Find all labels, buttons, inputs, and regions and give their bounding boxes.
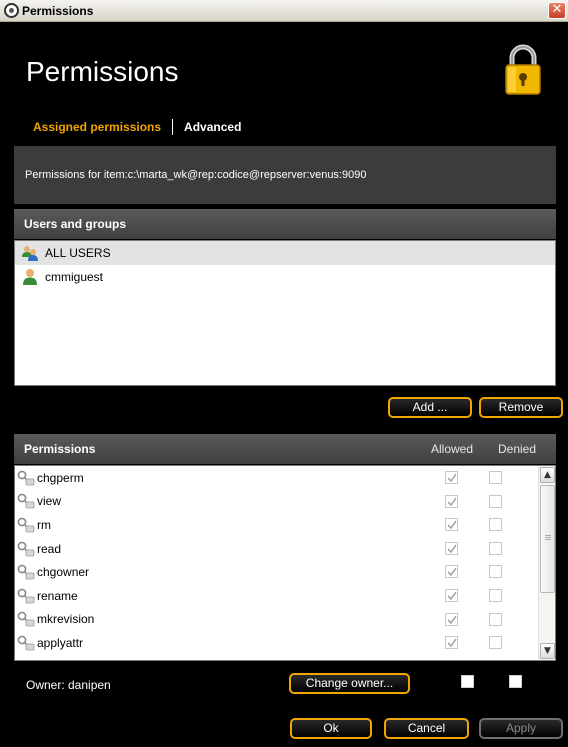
permission-name: chgowner — [37, 565, 90, 580]
title-bar: Permissions ✕ — [0, 0, 568, 22]
tab-divider — [172, 119, 174, 135]
allowed-checkbox[interactable] — [445, 636, 458, 650]
key-icon — [17, 611, 35, 627]
permission-name: rm — [37, 517, 51, 532]
permission-name: mkrevision — [37, 612, 95, 627]
allow-all-checkbox[interactable] — [461, 675, 474, 688]
permission-name: rename — [37, 588, 78, 603]
permissions-scrollbar[interactable]: ▲ ▼ — [538, 466, 555, 660]
key-icon — [17, 564, 35, 580]
users-list[interactable]: ALL USERS cmmiguest — [14, 240, 556, 386]
users-groups-header: Users and groups — [14, 209, 556, 239]
key-icon — [17, 541, 35, 556]
permission-name: read — [37, 541, 62, 556]
window-title: Permissions — [22, 3, 94, 18]
allowed-checkbox[interactable] — [445, 518, 458, 532]
key-icon — [17, 470, 35, 486]
key-icon — [17, 635, 35, 651]
deny-all-checkbox[interactable] — [509, 675, 522, 688]
denied-checkbox[interactable] — [489, 612, 502, 626]
permission-row[interactable]: read — [15, 537, 555, 561]
permission-name: applyattr — [37, 635, 84, 650]
permissions-title: Permissions — [24, 442, 96, 456]
denied-checkbox[interactable] — [489, 565, 502, 579]
user-label: cmmiguest — [45, 270, 104, 284]
permission-row[interactable]: view — [15, 490, 555, 514]
group-icon — [22, 246, 38, 261]
denied-checkbox[interactable] — [489, 636, 502, 650]
remove-button[interactable]: Remove — [479, 397, 563, 418]
denied-checkbox[interactable] — [489, 471, 502, 484]
key-icon — [17, 588, 35, 604]
permission-row[interactable]: applyattr — [15, 631, 555, 655]
permission-name: view — [37, 494, 62, 509]
key-icon — [17, 493, 35, 509]
allowed-checkbox[interactable] — [445, 565, 458, 579]
scroll-down-arrow-icon[interactable]: ▼ — [540, 643, 555, 659]
tab-bar: Assigned permissions Advanced — [33, 119, 241, 135]
close-button[interactable]: ✕ — [548, 2, 566, 19]
permissions-list[interactable]: chgperm view rm read chgowner rename mkrevisio… — [14, 465, 556, 661]
permission-row[interactable]: rm — [15, 513, 555, 537]
allowed-checkbox[interactable] — [445, 541, 458, 555]
permission-name: chgperm — [37, 470, 84, 485]
permission-row[interactable]: mkrevision — [15, 608, 555, 632]
cancel-button[interactable]: Cancel — [384, 718, 469, 739]
allowed-checkbox[interactable] — [445, 471, 458, 484]
app-icon — [4, 3, 19, 18]
allowed-checkbox[interactable] — [445, 494, 458, 508]
ok-button[interactable]: Ok — [290, 718, 372, 739]
denied-checkbox[interactable] — [489, 494, 502, 508]
users-groups-title: Users and groups — [24, 217, 127, 231]
user-row-all-users[interactable]: ALL USERS — [15, 241, 555, 265]
item-path-bar: Permissions for item:c:\marta_wk@rep:cod… — [14, 146, 556, 204]
denied-checkbox[interactable] — [489, 541, 502, 555]
tab-advanced[interactable]: Advanced — [184, 120, 241, 134]
change-owner-button[interactable]: Change owner... — [289, 673, 410, 694]
allowed-column-header: Allowed — [431, 442, 474, 456]
permission-row[interactable]: rename — [15, 584, 555, 608]
scroll-thumb[interactable] — [540, 485, 555, 593]
add-button[interactable]: Add ... — [388, 397, 472, 418]
denied-column-header: Denied — [498, 442, 537, 456]
allowed-checkbox[interactable] — [445, 588, 458, 602]
user-label: ALL USERS — [45, 246, 111, 260]
lock-icon — [505, 44, 541, 95]
scroll-up-arrow-icon[interactable]: ▲ — [540, 467, 555, 483]
allowed-checkbox[interactable] — [445, 612, 458, 626]
user-icon — [23, 269, 37, 285]
denied-checkbox[interactable] — [489, 518, 502, 532]
apply-button[interactable]: Apply — [479, 718, 563, 739]
permission-row[interactable]: chgperm — [15, 466, 555, 490]
permissions-header: Permissions Allowed Denied — [14, 434, 556, 464]
owner-label: Owner: danipen — [26, 678, 111, 692]
tab-assigned-permissions[interactable]: Assigned permissions — [33, 120, 161, 134]
key-icon — [17, 517, 35, 533]
page-title: Permissions — [26, 56, 179, 87]
denied-checkbox[interactable] — [489, 588, 502, 602]
user-row-cmmiguest[interactable]: cmmiguest — [15, 265, 555, 289]
item-path-text: Permissions for item:c:\marta_wk@rep:cod… — [25, 169, 367, 181]
permission-row[interactable]: chgowner — [15, 560, 555, 584]
